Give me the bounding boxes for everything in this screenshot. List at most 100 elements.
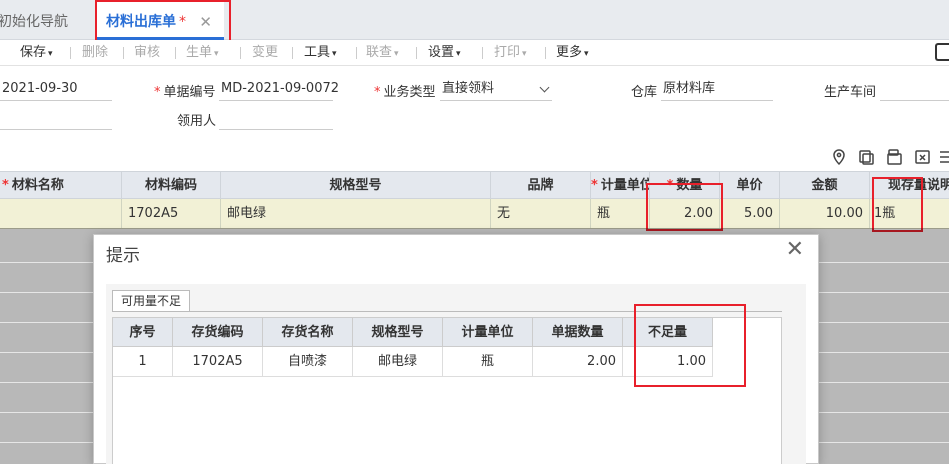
change-button[interactable]: 变更	[252, 40, 278, 66]
more-button[interactable]: 更多 ▾	[556, 40, 589, 66]
separator	[175, 47, 176, 59]
receiver-label: 领用人	[177, 114, 217, 129]
cell-inv-code: 1702A5	[173, 347, 263, 377]
blank-field[interactable]	[0, 108, 112, 130]
required-mark: *	[374, 85, 381, 100]
col-price[interactable]: 单价	[720, 172, 780, 199]
doc-no-label: * 单据编号	[154, 81, 216, 100]
audit-button[interactable]: 审核	[134, 40, 160, 66]
highlight-stock-box	[872, 177, 923, 232]
list-settings-icon[interactable]	[940, 151, 949, 163]
separator	[70, 47, 71, 59]
col-inv-name: 存货名称	[263, 318, 353, 347]
query-button[interactable]: 联查 ▾	[366, 40, 399, 66]
col-inv-code: 存货编码	[173, 318, 263, 347]
chevron-down-icon: ▾	[522, 49, 527, 59]
cell-brand[interactable]: 无	[491, 199, 591, 228]
table-row[interactable]: 1702A5 邮电绿 无 瓶 2.00 5.00 10.00 1瓶	[0, 199, 949, 229]
more-label: 更多	[556, 45, 583, 60]
delete-button[interactable]: 删除	[82, 40, 108, 66]
col-label: 计量单位	[600, 178, 650, 193]
col-unit: 计量单位	[443, 318, 533, 347]
grid-header: * 材料名称 材料编码 规格型号 品牌 * 计量单位 * 数量 单价 金额 现存量说明	[0, 171, 949, 199]
col-seq: 序号	[113, 318, 173, 347]
query-label: 联查	[366, 45, 393, 60]
separator	[545, 47, 546, 59]
screen-icon[interactable]	[935, 43, 949, 61]
cell-unit[interactable]: 瓶	[591, 199, 650, 228]
cell-material-name[interactable]	[0, 199, 122, 228]
col-doc-qty: 单据数量	[533, 318, 623, 347]
chevron-down-icon: ▾	[394, 49, 399, 59]
warehouse-field[interactable]: 原材料库	[661, 79, 773, 101]
chevron-down-icon	[539, 82, 550, 93]
col-brand[interactable]: 品牌	[491, 172, 591, 199]
separator	[482, 47, 483, 59]
required-mark: *	[154, 85, 161, 100]
required-mark: *	[591, 178, 598, 193]
cell-unit: 瓶	[443, 347, 533, 377]
cell-spec[interactable]: 邮电绿	[221, 199, 491, 228]
generate-button[interactable]: 生单 ▾	[186, 40, 219, 66]
biz-type-select[interactable]: 直接领料	[440, 79, 552, 101]
separator	[240, 47, 241, 59]
highlight-qty-box	[646, 183, 723, 231]
tools-button[interactable]: 工具 ▾	[304, 40, 337, 66]
chevron-down-icon: ▾	[48, 49, 53, 59]
settings-button[interactable]: 设置 ▾	[428, 40, 461, 66]
generate-label: 生单	[186, 45, 213, 60]
cell-seq: 1	[113, 347, 173, 377]
location-icon[interactable]	[833, 149, 845, 166]
delete-row-icon[interactable]	[915, 150, 930, 164]
cell-price[interactable]: 5.00	[720, 199, 780, 228]
dialog-title: 提示	[106, 246, 140, 266]
biz-type-label-text: 业务类型	[383, 85, 436, 100]
workshop-label: 生产车间	[824, 85, 877, 100]
print-label: 打印	[494, 45, 521, 60]
tools-label: 工具	[304, 45, 331, 60]
cell-material-code[interactable]: 1702A5	[122, 199, 221, 228]
settings-label: 设置	[428, 45, 455, 60]
cell-inv-name: 自喷漆	[263, 347, 353, 377]
chevron-down-icon: ▾	[332, 49, 337, 59]
print-button[interactable]: 打印 ▾	[494, 40, 527, 66]
col-label: 材料名称	[11, 178, 64, 193]
doc-no-field[interactable]: MD-2021-09-0072	[219, 79, 339, 101]
workshop-field[interactable]	[880, 79, 949, 101]
tab-insufficient[interactable]: 可用量不足	[112, 290, 191, 312]
close-icon[interactable]: ✕	[786, 237, 804, 262]
col-material-code[interactable]: 材料编码	[122, 172, 221, 199]
separator	[356, 47, 357, 59]
tab-init-nav[interactable]: 初始化导航	[0, 0, 78, 40]
separator	[416, 47, 417, 59]
chevron-down-icon: ▾	[214, 49, 219, 59]
col-spec[interactable]: 规格型号	[221, 172, 491, 199]
cell-amount[interactable]: 10.00	[780, 199, 870, 228]
save-button[interactable]: 保存 ▾	[20, 40, 53, 66]
toolbar: 保存 ▾ 删除 审核 生单 ▾ 变更 工具 ▾ 联查 ▾ 设置 ▾ 打印 ▾ 更多 ▾	[0, 40, 949, 66]
cell-spec: 邮电绿	[353, 347, 443, 377]
header-form: 2021-09-30 * 单据编号 MD-2021-09-0072 * 业务类型 直…	[0, 66, 949, 170]
separator	[292, 47, 293, 59]
receiver-field[interactable]	[219, 108, 333, 130]
col-amount[interactable]: 金额	[780, 172, 870, 199]
cell-doc-qty: 2.00	[533, 347, 623, 377]
col-spec: 规格型号	[353, 318, 443, 347]
biz-type-value: 直接领料	[442, 81, 495, 96]
add-row-icon[interactable]	[859, 150, 874, 165]
date-field[interactable]: 2021-09-30	[0, 79, 112, 101]
biz-type-label: * 业务类型	[374, 81, 436, 100]
highlight-tab-box	[95, 0, 231, 43]
col-unit[interactable]: * 计量单位	[591, 172, 650, 199]
chevron-down-icon: ▾	[456, 49, 461, 59]
highlight-shortage-box	[634, 304, 746, 387]
copy-row-icon[interactable]	[887, 149, 902, 165]
warehouse-label: 仓库	[631, 85, 658, 100]
col-material-name[interactable]: * 材料名称	[0, 172, 122, 199]
required-mark: *	[2, 178, 9, 193]
grid-tools	[833, 149, 949, 166]
doc-no-label-text: 单据编号	[163, 85, 216, 100]
save-label: 保存	[20, 45, 47, 60]
chevron-down-icon: ▾	[584, 49, 589, 59]
separator	[123, 47, 124, 59]
